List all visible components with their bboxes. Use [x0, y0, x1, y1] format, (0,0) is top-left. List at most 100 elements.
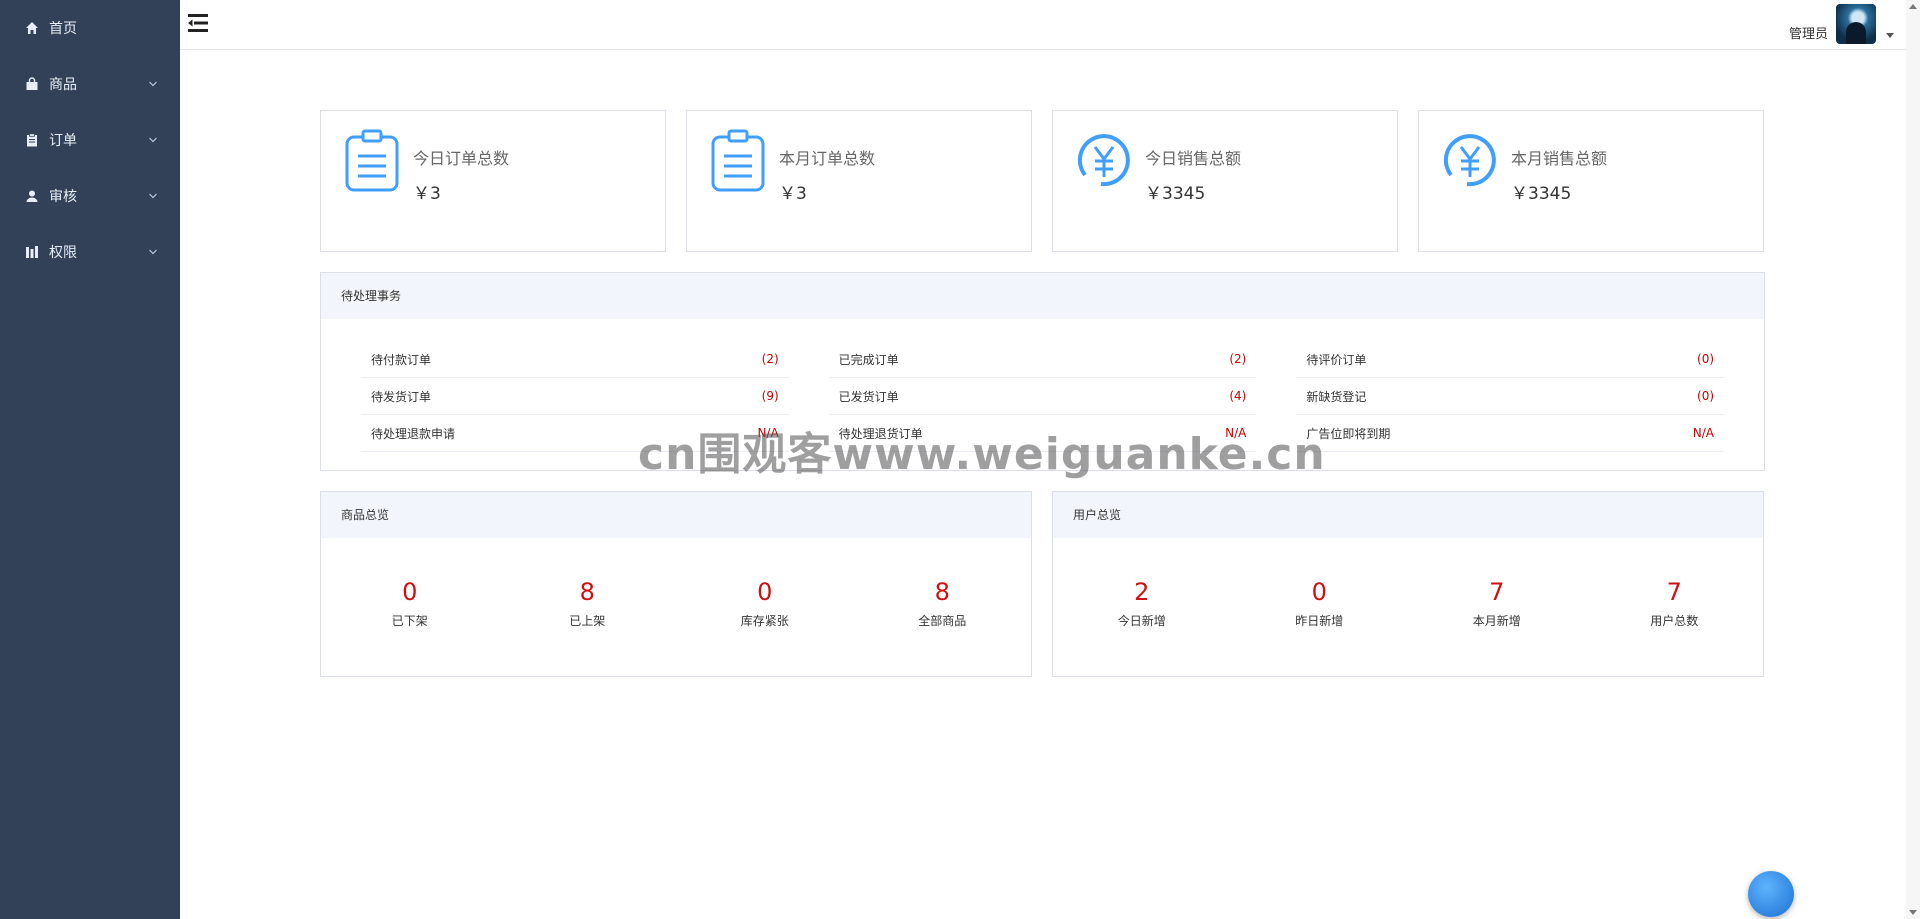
- summary-value: 7: [1666, 578, 1682, 606]
- sidebar-item-permissions[interactable]: 权限: [0, 224, 180, 280]
- chevron-down-icon: [146, 133, 160, 147]
- pending-count: (0): [1697, 389, 1715, 403]
- bars-icon: [24, 244, 40, 260]
- summary-item: 7 用户总数: [1586, 578, 1764, 629]
- sidebar-item-products[interactable]: 商品: [0, 56, 180, 112]
- pending-label: 待付款订单: [371, 352, 432, 367]
- stat-card-month-orders: 本月订单总数 ￥3: [686, 110, 1032, 252]
- pending-label: 已完成订单: [838, 352, 899, 367]
- user-menu[interactable]: 管理员: [1789, 4, 1894, 44]
- pending-row[interactable]: 已完成订单 (2): [828, 341, 1257, 378]
- pending-row[interactable]: 待处理退货订单 N/A: [828, 415, 1257, 452]
- caret-down-icon[interactable]: [1886, 33, 1894, 38]
- scrollbar[interactable]: [1906, 0, 1920, 919]
- pending-row[interactable]: 待评价订单 (0): [1296, 341, 1725, 378]
- summary-item: 0 昨日新增: [1231, 578, 1409, 629]
- top-bar: 管理员: [180, 0, 1920, 50]
- pending-row[interactable]: 待发货订单 (9): [361, 378, 789, 415]
- summary-label: 本月新增: [1472, 614, 1521, 628]
- sidebar-item-label: 订单: [49, 133, 77, 149]
- summary-item: 7 本月新增: [1408, 578, 1586, 629]
- sidebar-item-label: 审核: [49, 189, 77, 205]
- summary-value: 8: [579, 578, 595, 606]
- pending-label: 待处理退款申请: [371, 426, 456, 441]
- summary-item: 0 已下架: [321, 578, 499, 629]
- yuan-icon: [1441, 129, 1499, 193]
- collapse-menu-icon[interactable]: [186, 12, 210, 34]
- summary-value: 2: [1134, 578, 1150, 606]
- clipboard-icon: [343, 129, 401, 193]
- pending-count: (2): [1229, 352, 1247, 366]
- floating-action-button[interactable]: [1748, 871, 1794, 917]
- summary-item: 0 库存紧张: [676, 578, 854, 629]
- summary-value: 0: [402, 578, 418, 606]
- clipboard-icon: [24, 132, 40, 148]
- pending-label: 待评价订单: [1306, 352, 1367, 367]
- pending-row[interactable]: 已发货订单 (4): [828, 378, 1257, 415]
- sidebar: 首页 商品 订单 审核 权限: [0, 0, 180, 919]
- user-name: 管理员: [1788, 27, 1828, 42]
- stat-value: ￥3: [779, 184, 807, 204]
- pending-count: N/A: [1692, 426, 1715, 440]
- stat-card-month-sales: 本月销售总额 ￥3345: [1418, 110, 1764, 252]
- chevron-down-icon: [146, 245, 160, 259]
- summary-value: 8: [934, 578, 950, 606]
- chevron-down-icon: [146, 77, 160, 91]
- pending-count: N/A: [1225, 426, 1247, 440]
- bag-icon: [24, 76, 40, 92]
- panel-title: 商品总览: [321, 492, 1031, 538]
- panel-title: 用户总览: [1053, 492, 1763, 538]
- user-overview-panel: 用户总览 2 今日新增 0 昨日新增 7 本月新增 7 用户总数: [1052, 491, 1764, 677]
- pending-count: (2): [761, 352, 779, 366]
- pending-label: 待处理退货订单: [838, 426, 923, 441]
- avatar[interactable]: [1836, 4, 1876, 44]
- chevron-down-icon: [146, 189, 160, 203]
- summary-item: 8 已上架: [499, 578, 677, 629]
- sidebar-item-label: 商品: [49, 77, 77, 93]
- pending-row[interactable]: 新缺货登记 (0): [1296, 378, 1725, 415]
- scroll-up-icon[interactable]: [1909, 4, 1917, 9]
- summary-item: 2 今日新增: [1053, 578, 1231, 629]
- sidebar-item-label: 首页: [49, 21, 77, 37]
- pending-count: N/A: [757, 426, 779, 440]
- clipboard-icon: [709, 129, 767, 193]
- dashboard-content: 今日订单总数 ￥3 本月订单总数 ￥3 今日销售总额 ￥3345 本月销售总额 …: [320, 110, 1765, 677]
- summary-label: 库存紧张: [740, 614, 789, 628]
- pending-label: 广告位即将到期: [1306, 426, 1391, 441]
- summary-value: 0: [1311, 578, 1327, 606]
- stat-label: 今日销售总额: [1145, 149, 1242, 168]
- summary-label: 全部商品: [918, 614, 967, 628]
- sidebar-item-review[interactable]: 审核: [0, 168, 180, 224]
- scroll-down-icon[interactable]: [1909, 910, 1917, 915]
- pending-label: 已发货订单: [838, 389, 899, 404]
- sidebar-item-orders[interactable]: 订单: [0, 112, 180, 168]
- sidebar-item-home[interactable]: 首页: [0, 0, 180, 56]
- stat-value: ￥3345: [1145, 184, 1206, 204]
- pending-row[interactable]: 待付款订单 (2): [361, 341, 789, 378]
- summary-value: 7: [1489, 578, 1505, 606]
- pending-row[interactable]: 广告位即将到期 N/A: [1296, 415, 1725, 452]
- panel-title: 待处理事务: [321, 273, 1764, 319]
- summary-label: 昨日新增: [1295, 614, 1344, 628]
- stat-label: 本月销售总额: [1511, 149, 1608, 168]
- home-icon: [24, 20, 40, 36]
- pending-column: 已完成订单 (2) 已发货订单 (4) 待处理退货订单 N/A: [828, 341, 1257, 452]
- pending-row[interactable]: 待处理退款申请 N/A: [361, 415, 789, 452]
- pending-column: 待评价订单 (0) 新缺货登记 (0) 广告位即将到期 N/A: [1296, 341, 1725, 452]
- pending-count: (0): [1697, 352, 1715, 366]
- summary-item: 8 全部商品: [854, 578, 1032, 629]
- pending-tasks-panel: 待处理事务 待付款订单 (2) 待发货订单 (9) 待处理退款申请 N/A 已完…: [320, 272, 1765, 471]
- stat-label: 今日订单总数: [413, 149, 510, 168]
- stat-card-today-sales: 今日销售总额 ￥3345: [1052, 110, 1398, 252]
- stat-value: ￥3: [413, 184, 441, 204]
- summary-label: 已上架: [569, 614, 606, 628]
- stat-card-today-orders: 今日订单总数 ￥3: [320, 110, 666, 252]
- pending-label: 新缺货登记: [1306, 389, 1367, 404]
- stat-value: ￥3345: [1511, 184, 1572, 204]
- stat-cards: 今日订单总数 ￥3 本月订单总数 ￥3 今日销售总额 ￥3345 本月销售总额 …: [320, 110, 1765, 252]
- summary-label: 今日新增: [1117, 614, 1166, 628]
- user-icon: [24, 188, 40, 204]
- summary-label: 已下架: [391, 614, 428, 628]
- yuan-icon: [1075, 129, 1133, 193]
- pending-count: (4): [1229, 389, 1247, 403]
